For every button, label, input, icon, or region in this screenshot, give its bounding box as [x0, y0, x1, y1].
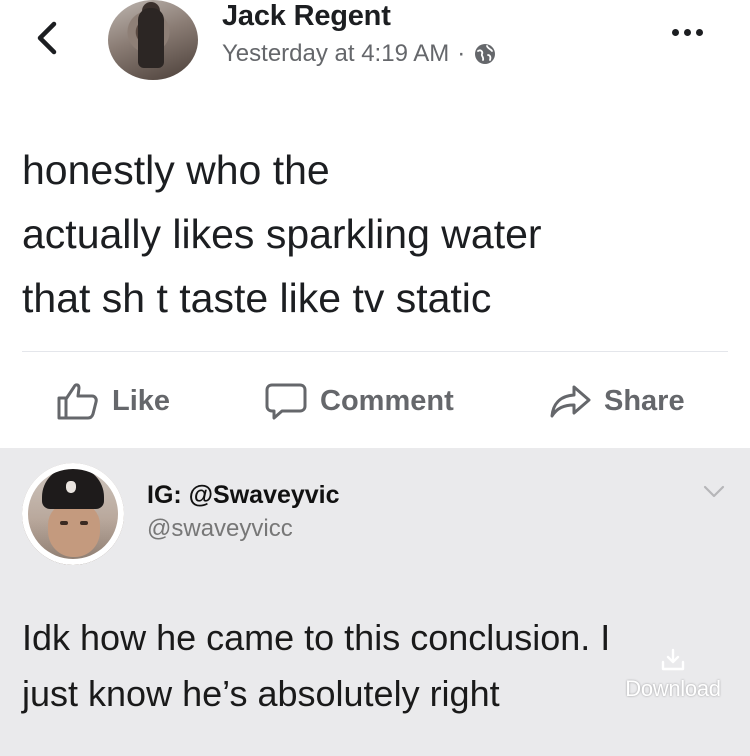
back-button[interactable]: [30, 18, 64, 58]
post-text-line: honestly who the: [22, 147, 330, 193]
post-text-line: actually likes sparkling water: [22, 211, 542, 257]
download-icon: [661, 648, 685, 671]
download-label: Download: [625, 676, 721, 701]
avatar[interactable]: [108, 0, 198, 80]
meta-separator: ·: [457, 40, 466, 67]
dot-icon: [696, 28, 703, 36]
share-button[interactable]: Share: [548, 378, 685, 424]
tweet-handle[interactable]: @swaveyvicc: [147, 515, 293, 543]
share-label: Share: [604, 384, 685, 417]
post-actions: Like Comment Share: [0, 378, 750, 424]
poster-name[interactable]: Jack Regent: [222, 0, 391, 33]
dot-icon: [684, 28, 691, 36]
download-button[interactable]: Download: [598, 640, 748, 724]
facebook-post: Jack Regent Yesterday at 4:19 AM · hones…: [0, 0, 750, 448]
avatar[interactable]: [22, 463, 124, 565]
chevron-down-icon[interactable]: [702, 484, 726, 500]
thumbs-up-icon: [57, 383, 98, 420]
share-arrow-icon: [550, 385, 591, 418]
globe-icon: [475, 44, 496, 64]
like-button[interactable]: Like: [56, 378, 170, 424]
tweet-display-name[interactable]: IG: @Swaveyvic: [147, 481, 340, 510]
post-meta: Yesterday at 4:19 AM ·: [222, 40, 497, 68]
chevron-left-icon: [37, 21, 57, 55]
post-text: honestly who the actually likes sparklin…: [22, 138, 722, 330]
divider: [22, 351, 728, 352]
dot-icon: [672, 28, 679, 36]
comment-label: Comment: [320, 384, 454, 417]
more-options-button[interactable]: [672, 22, 716, 42]
post-text-line: that sh t taste like tv static: [22, 275, 492, 321]
comment-button[interactable]: Comment: [264, 378, 454, 424]
comment-bubble-icon: [265, 383, 307, 420]
like-label: Like: [112, 384, 171, 417]
post-timestamp[interactable]: Yesterday at 4:19 AM: [222, 40, 449, 68]
